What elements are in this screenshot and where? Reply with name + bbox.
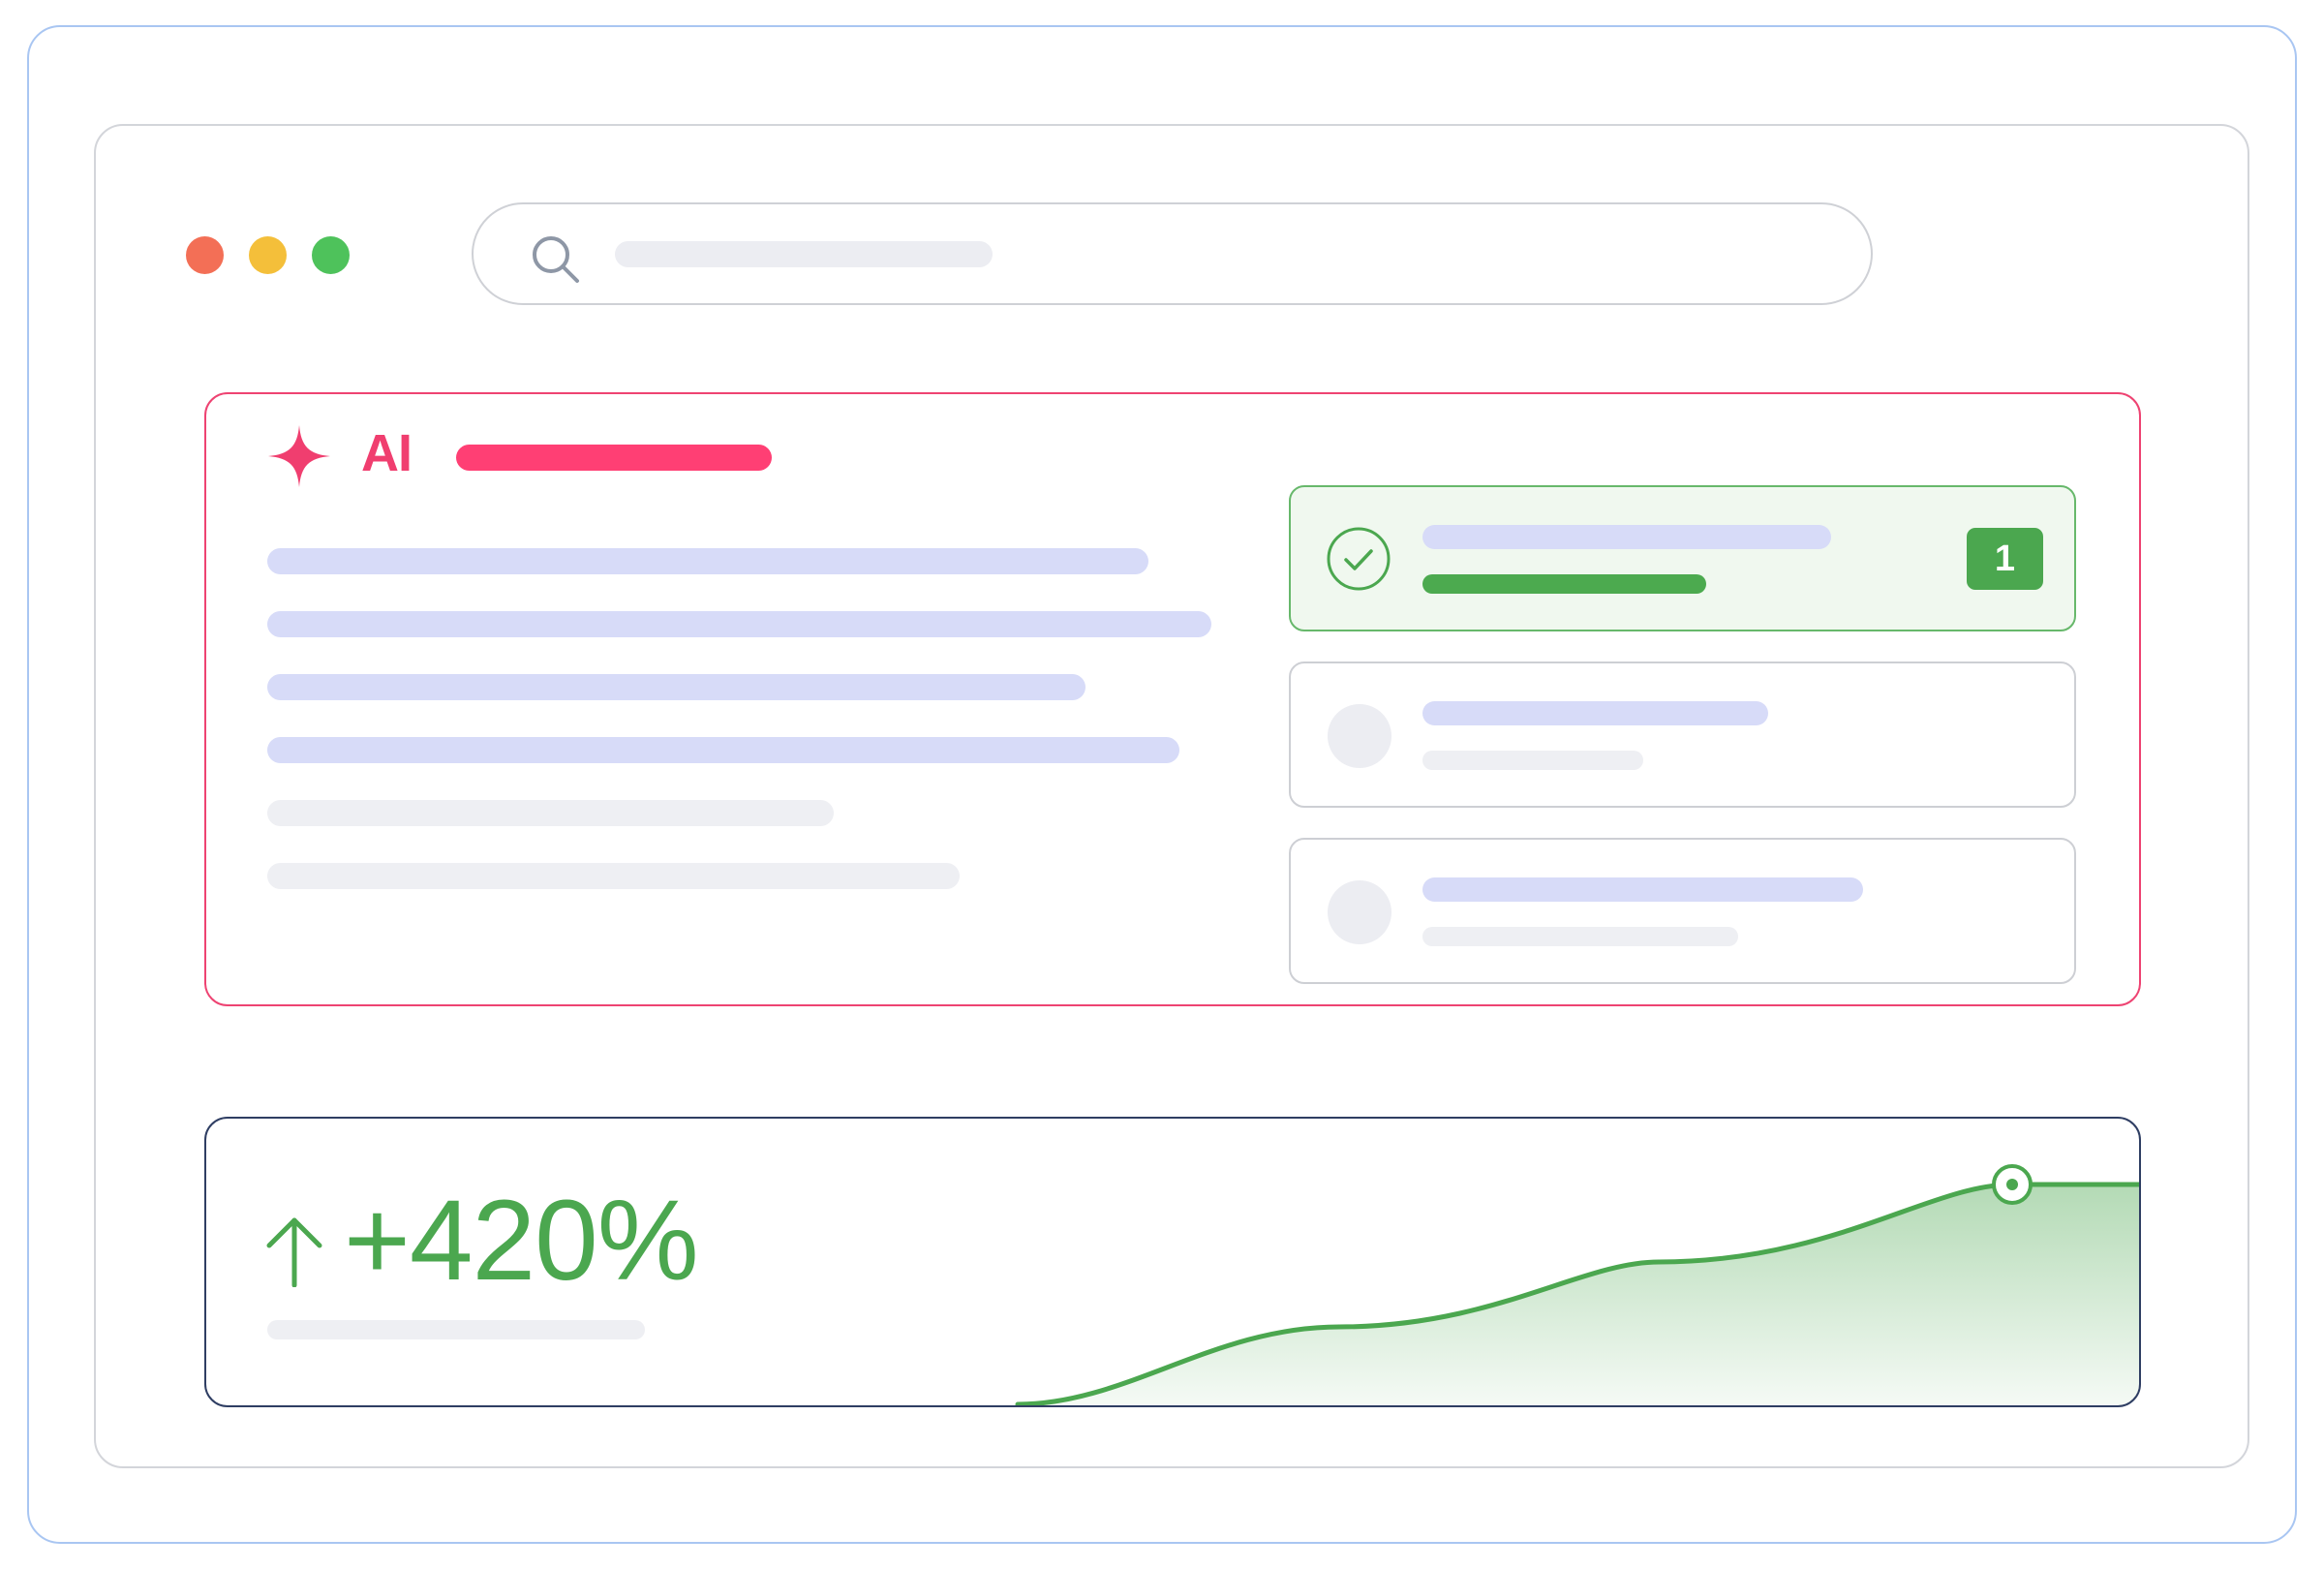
growth-chart-area: [1018, 1184, 2139, 1405]
result-title-line: [1422, 701, 1768, 725]
answer-text-line: [267, 800, 834, 826]
window-close-button[interactable]: [186, 236, 224, 274]
growth-panel: +420%: [204, 1117, 2141, 1407]
sparkle-icon: [268, 425, 330, 487]
result-subtitle-line: [1422, 927, 1738, 946]
result-subtitle-line: [1422, 574, 1706, 594]
rank-badge: 1: [1967, 528, 2043, 590]
result-placeholder-icon: [1328, 880, 1391, 944]
search-bar[interactable]: [472, 202, 1873, 305]
search-icon: [533, 236, 579, 283]
result-card[interactable]: [1289, 838, 2076, 984]
result-card-selected[interactable]: 1: [1289, 485, 2076, 631]
answer-text-line: [267, 611, 1211, 637]
search-input[interactable]: [615, 241, 993, 267]
window-minimize-button[interactable]: [249, 236, 287, 274]
ai-label: AI: [361, 424, 413, 482]
answer-text-line: [267, 674, 1086, 700]
arrow-up-icon: [266, 1217, 322, 1287]
result-title-line: [1422, 525, 1831, 549]
answer-text-line: [267, 863, 960, 889]
growth-percentage: +420%: [344, 1177, 699, 1305]
result-title-line: [1422, 877, 1863, 902]
ai-title-bar: [456, 445, 772, 471]
window-maximize-button[interactable]: [312, 236, 350, 274]
answer-text-line: [267, 548, 1148, 574]
check-circle-icon: [1327, 527, 1391, 591]
growth-chart-marker-dot: [2006, 1179, 2018, 1190]
result-subtitle-line: [1422, 751, 1643, 770]
answer-text-line: [267, 737, 1179, 763]
result-placeholder-icon: [1328, 704, 1391, 768]
result-card[interactable]: [1289, 661, 2076, 808]
growth-caption-line: [267, 1320, 645, 1339]
